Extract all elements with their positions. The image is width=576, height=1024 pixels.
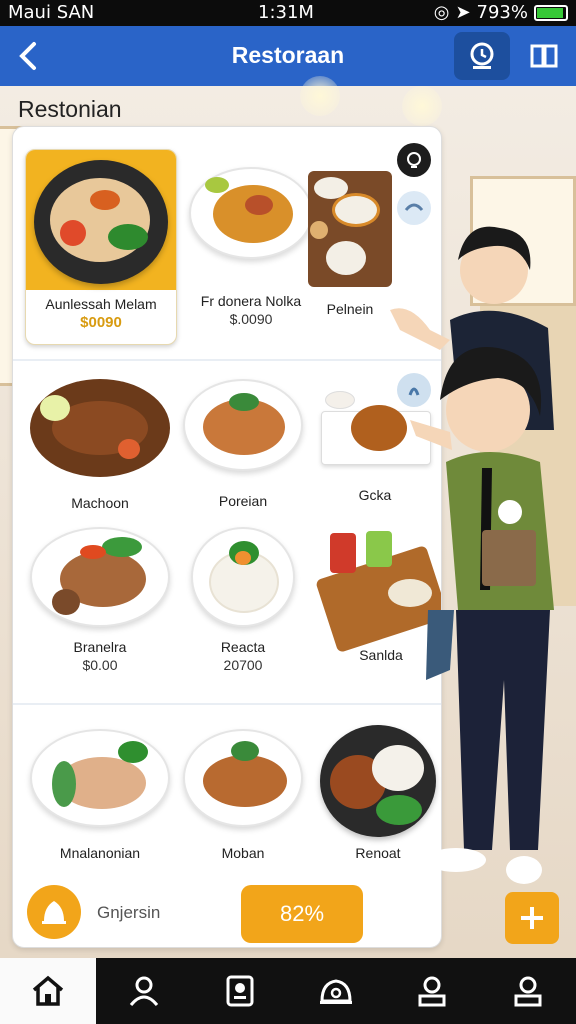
user-icon <box>514 976 542 1007</box>
nav-home[interactable] <box>0 958 96 1024</box>
dish-name: Reacta <box>220 639 266 655</box>
dish-price: $0090 <box>80 314 122 331</box>
status-right: ◎ ➤ 793% <box>434 2 568 23</box>
waiter-illustration <box>370 210 576 890</box>
dish-image <box>183 729 303 827</box>
nav-account[interactable] <box>384 958 480 1024</box>
add-icon <box>521 907 543 929</box>
dish-name: Aunlessah Melam <box>45 296 157 312</box>
tips-icon[interactable] <box>397 143 431 177</box>
bell-badge[interactable] <box>27 885 81 939</box>
section-heading: Restonian <box>18 96 122 122</box>
dish-name: Branelra <box>73 639 127 655</box>
book-icon[interactable] <box>528 40 560 72</box>
nav-orders[interactable] <box>288 958 384 1024</box>
dish-name: Mnalanonian <box>59 845 141 861</box>
dish-name: Fr donera Nolka <box>200 293 302 309</box>
status-bar: Maui SAN 1:31M ◎ ➤ 793% <box>0 0 576 26</box>
dish-card[interactable]: Branelra $0.00 <box>25 527 175 673</box>
dish-card[interactable]: Poreian <box>179 379 307 509</box>
dish-price: 20700 <box>223 657 263 673</box>
app-bar: Restoraan <box>0 26 576 86</box>
progress-pill[interactable]: 82% <box>241 885 363 943</box>
add-button[interactable] <box>505 892 559 944</box>
dish-image <box>30 527 170 627</box>
dish-card-featured[interactable]: Aunlessah Melam $0090 <box>25 149 177 345</box>
bottom-navigation <box>0 958 576 1024</box>
clock-time: 1:31M <box>258 2 314 23</box>
account-icon <box>418 976 446 1007</box>
group-label: Gnjersin <box>97 903 161 922</box>
location-icon: ➤ <box>455 2 471 23</box>
nav-profile[interactable] <box>96 958 192 1024</box>
dish-card[interactable]: Machoon <box>25 379 175 511</box>
nav-menu[interactable] <box>192 958 288 1024</box>
menu-book-icon <box>226 975 254 1007</box>
bell-cart-icon <box>42 901 66 924</box>
waiter-badge-button[interactable] <box>454 32 510 80</box>
dish-name: Poreian <box>218 493 268 509</box>
nav-user[interactable] <box>480 958 576 1024</box>
dish-price: $0.00 <box>82 657 118 673</box>
dish-image <box>191 527 295 627</box>
profile-icon <box>129 976 159 1006</box>
dish-name: Moban <box>221 845 265 861</box>
dish-card[interactable]: Mnalanonian <box>25 729 175 861</box>
carrier-name: Maui SAN <box>8 2 95 23</box>
battery-icon <box>534 4 568 21</box>
dish-card[interactable]: Reacta 20700 <box>179 527 307 673</box>
home-icon <box>32 975 64 1006</box>
battery-percent: 793% <box>476 2 528 23</box>
dish-name: Machoon <box>71 495 129 511</box>
dish-image <box>189 167 313 259</box>
dish-price: $.0090 <box>229 311 273 327</box>
dish-image <box>30 379 170 477</box>
dish-image <box>30 729 170 827</box>
dish-card[interactable]: Moban <box>179 729 307 861</box>
dish-image <box>26 150 176 290</box>
wifi-icon: ◎ <box>433 2 450 23</box>
dish-card[interactable]: Fr donera Nolka $.0090 <box>181 167 321 327</box>
waiter-badge-icon <box>470 42 494 69</box>
dish-image <box>183 379 303 471</box>
bell-cart-icon <box>320 979 352 1004</box>
